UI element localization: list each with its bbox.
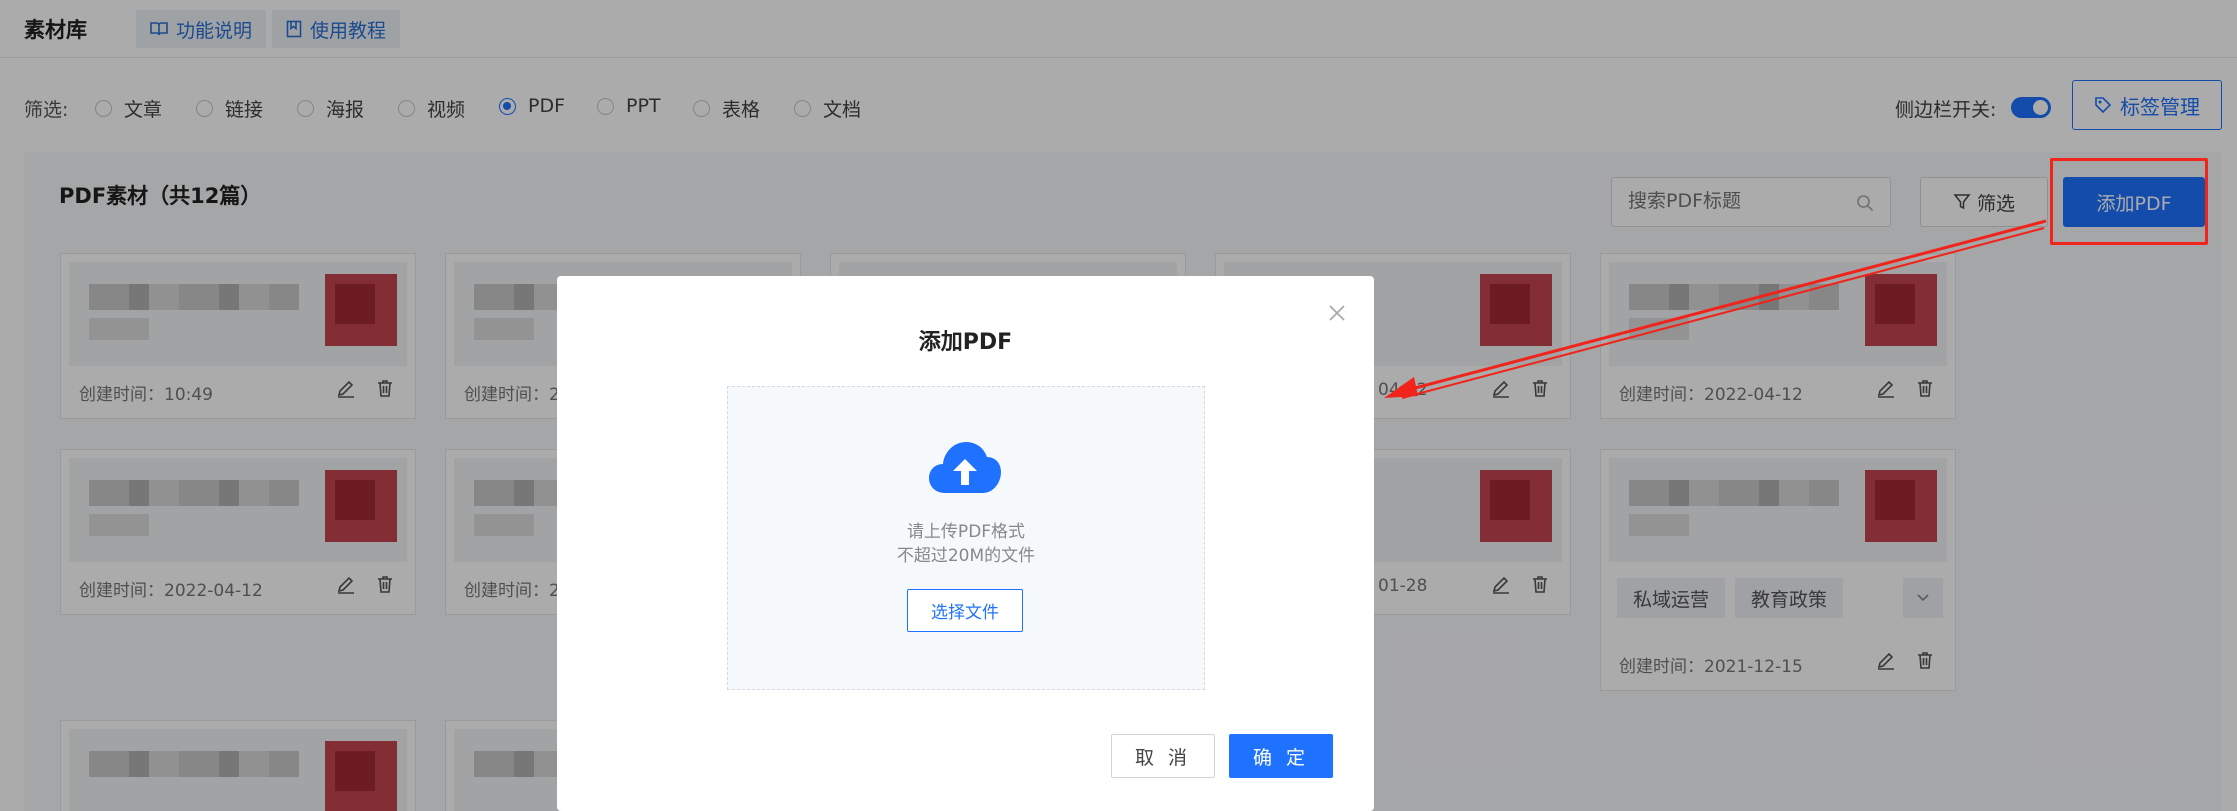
confirm-button[interactable]: 确 定 [1229, 734, 1333, 778]
upload-hint-format: 请上传PDF格式 [906, 522, 1026, 542]
cancel-button[interactable]: 取 消 [1111, 734, 1215, 778]
dialog-title: 添加PDF [918, 330, 1013, 355]
annotation-highlight-box [2050, 158, 2208, 245]
upload-dropzone[interactable]: 请上传PDF格式 不超过20M的文件 选择文件 [727, 386, 1205, 690]
upload-hint-size: 不超过20M的文件 [896, 546, 1036, 566]
choose-file-button[interactable]: 选择文件 [907, 589, 1023, 632]
add-pdf-dialog: 添加PDF 请上传PDF格式 不超过20M的文件 选择文件 取 消 确 定 [557, 276, 1374, 811]
close-icon[interactable] [1326, 302, 1348, 324]
cloud-upload-icon [929, 442, 1001, 493]
